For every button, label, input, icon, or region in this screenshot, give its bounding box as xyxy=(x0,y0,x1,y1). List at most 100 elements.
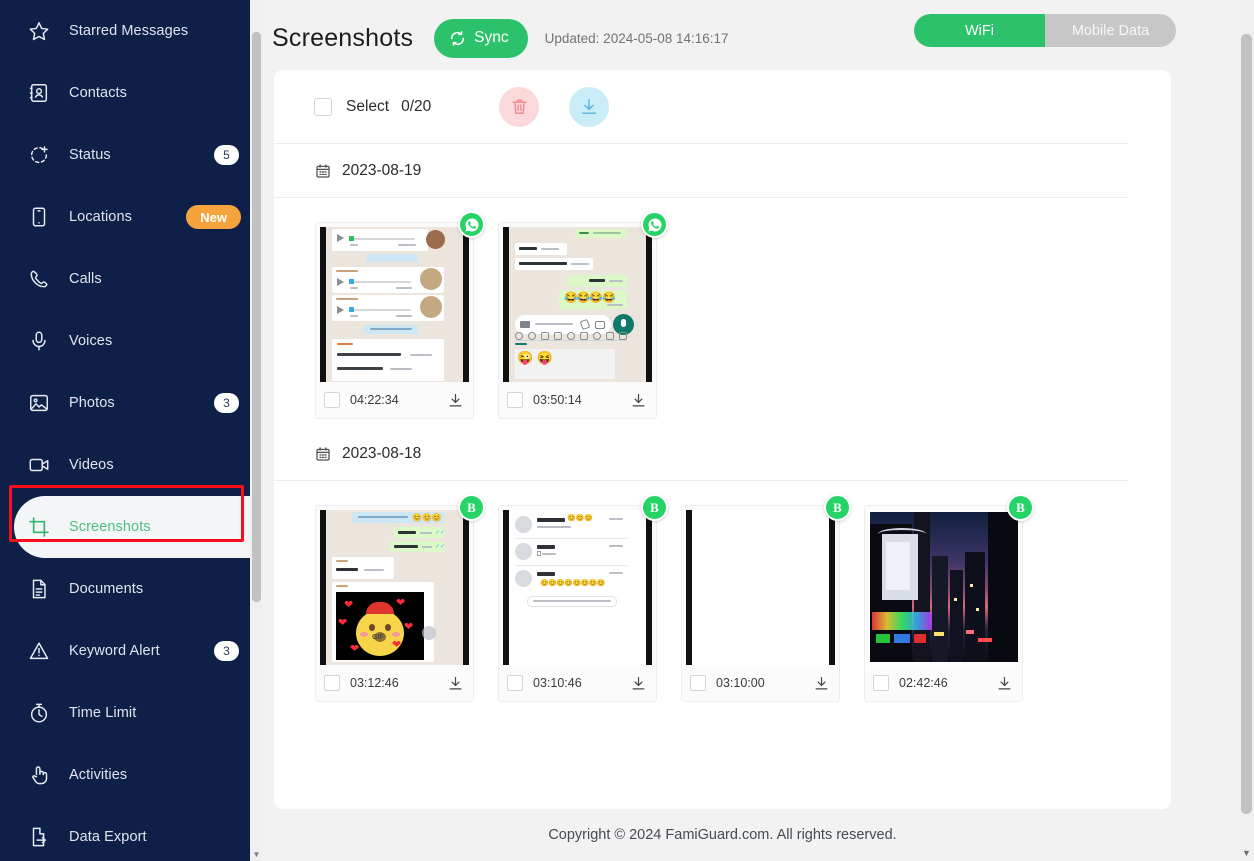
city-photo-image xyxy=(870,512,1018,662)
screenshot-card[interactable]: 😂😂😂😂 😜 😝 03:50:14 xyxy=(498,211,668,419)
preview-photo-frame xyxy=(869,510,1018,665)
sidebar-item-label: Calls xyxy=(69,271,102,287)
export-icon xyxy=(26,824,52,850)
sync-icon xyxy=(451,30,465,46)
sidebar-item-voices[interactable]: Voices xyxy=(0,310,263,372)
sidebar-item-screenshots[interactable]: Screenshots xyxy=(14,496,263,558)
preview-phone-frame: 😂😂😂😂 😜 😝 xyxy=(503,227,652,382)
screenshot-card[interactable]: B 03:10:00 xyxy=(681,494,851,702)
screenshot-checkbox[interactable] xyxy=(690,675,706,691)
main-scrollbar-thumb[interactable] xyxy=(1241,34,1252,814)
footer-copyright: Copyright © 2024 FamiGuard.com. All righ… xyxy=(548,827,897,843)
download-icon[interactable] xyxy=(630,392,647,409)
thumbnail-grid: 04:22:34 😂😂😂😂 😜 😝 03:50:14 xyxy=(274,198,1171,427)
sidebar-scrollbar-thumb[interactable] xyxy=(252,32,261,602)
whatsapp-business-badge: B xyxy=(641,494,668,521)
preview-mock-chat: 😊😊😊 ✓✓ ✓✓ ❤ ❤ ❤ ❤ ❤ ❤ GIF xyxy=(326,510,463,665)
screenshot-card[interactable]: 04:22:34 xyxy=(315,211,485,419)
sidebar-item-label: Time Limit xyxy=(69,705,137,721)
screenshot-preview[interactable]: 😂😂😂😂 😜 😝 xyxy=(503,227,652,382)
updated-timestamp: Updated: 2024-05-08 14:16:17 xyxy=(544,30,729,46)
whatsapp-business-badge: B xyxy=(824,494,851,521)
calendar-icon xyxy=(315,446,331,462)
sidebar-item-label: Keyword Alert xyxy=(69,643,160,659)
new-badge: New xyxy=(186,205,241,229)
screenshot-preview[interactable]: 😊😊😊 ✓✓ ✓✓ ❤ ❤ ❤ ❤ ❤ ❤ GIF xyxy=(320,510,469,665)
download-icon[interactable] xyxy=(996,675,1013,692)
photos-badge: 3 xyxy=(214,393,239,413)
screenshot-preview[interactable] xyxy=(320,227,469,382)
screenshot-preview[interactable]: 😊😊😊 😊😊😊😊😊😊😊😊 xyxy=(503,510,652,665)
page-title: Screenshots xyxy=(272,23,414,52)
main-scrollbar[interactable]: ▼ xyxy=(1239,0,1254,861)
sync-button[interactable]: Sync xyxy=(434,18,528,58)
screenshot-card[interactable]: B 😊😊😊 😊😊😊😊😊😊😊😊 03:10:46 xyxy=(498,494,668,702)
business-letter: B xyxy=(1016,500,1025,515)
screenshot-time: 04:22:34 xyxy=(350,393,399,407)
screenshot-card[interactable]: B 02:42:46 xyxy=(864,494,1034,702)
hand-tap-icon xyxy=(26,762,52,788)
download-icon[interactable] xyxy=(447,675,464,692)
whatsapp-business-badge: B xyxy=(1007,494,1034,521)
business-letter: B xyxy=(467,500,476,515)
screenshot-checkbox[interactable] xyxy=(324,392,340,408)
sidebar-item-calls[interactable]: Calls xyxy=(0,248,263,310)
screenshot-time: 03:12:46 xyxy=(350,676,399,690)
download-icon[interactable] xyxy=(630,675,647,692)
warning-icon xyxy=(26,638,52,664)
network-toggle[interactable]: WiFi Mobile Data xyxy=(914,14,1176,47)
sidebar-item-time-limit[interactable]: Time Limit xyxy=(0,682,263,744)
contacts-icon xyxy=(26,80,52,106)
screenshot-preview[interactable] xyxy=(869,510,1018,665)
sidebar-item-label: Videos xyxy=(69,457,114,473)
sidebar-item-label: Screenshots xyxy=(69,519,151,535)
image-icon xyxy=(26,390,52,416)
screenshot-preview[interactable] xyxy=(686,510,835,665)
toggle-wifi[interactable]: WiFi xyxy=(914,14,1045,47)
screenshot-card-footer: 03:12:46 xyxy=(316,665,473,701)
video-icon xyxy=(26,452,52,478)
download-icon[interactable] xyxy=(813,675,830,692)
toggle-mobile-data[interactable]: Mobile Data xyxy=(1045,14,1176,47)
sidebar-item-label: Contacts xyxy=(69,85,128,101)
delete-button[interactable] xyxy=(499,86,540,127)
whatsapp-badge xyxy=(641,211,668,238)
sidebar-item-data-export[interactable]: Data Export xyxy=(0,806,263,861)
sidebar-item-activities[interactable]: Activities xyxy=(0,744,263,806)
sidebar-scroll-down-arrow[interactable]: ▼ xyxy=(250,848,263,861)
sidebar-item-locations[interactable]: Locations New xyxy=(0,186,263,248)
screenshot-checkbox[interactable] xyxy=(507,392,523,408)
screenshot-checkbox[interactable] xyxy=(507,675,523,691)
preview-phone-frame: 😊😊😊 😊😊😊😊😊😊😊😊 xyxy=(503,510,652,665)
screenshot-card[interactable]: B 😊😊😊 ✓✓ ✓✓ ❤ ❤ ❤ ❤ ❤ ❤ GIF 03:12:46 xyxy=(315,494,485,702)
screenshot-time: 03:10:00 xyxy=(716,676,765,690)
download-icon[interactable] xyxy=(447,392,464,409)
download-selected-button[interactable] xyxy=(569,86,610,127)
screenshot-checkbox[interactable] xyxy=(873,675,889,691)
sidebar-item-documents[interactable]: Documents xyxy=(0,558,263,620)
screenshot-time: 03:50:14 xyxy=(533,393,582,407)
screenshot-card-footer: 03:10:00 xyxy=(682,665,839,701)
call-icon xyxy=(26,266,52,292)
screenshot-checkbox[interactable] xyxy=(324,675,340,691)
main-scroll-down-arrow[interactable]: ▼ xyxy=(1239,846,1254,861)
whatsapp-badge xyxy=(458,211,485,238)
sidebar-item-videos[interactable]: Videos xyxy=(0,434,263,496)
sidebar-item-status[interactable]: Status 5 xyxy=(0,124,263,186)
business-letter: B xyxy=(833,500,842,515)
select-all-checkbox[interactable] xyxy=(314,97,332,116)
calendar-icon xyxy=(315,163,331,179)
sidebar-item-label: Data Export xyxy=(69,829,147,845)
preview-phone-frame xyxy=(686,510,835,665)
sidebar-scrollbar[interactable]: ▼ xyxy=(250,0,263,861)
sidebar-item-contacts[interactable]: Contacts xyxy=(0,62,263,124)
date-label: 2023-08-19 xyxy=(342,161,422,179)
screenshots-panel: Select 0/20 2023-08-19 04:22:34 😂😂😂😂 😜 😝… xyxy=(274,70,1171,809)
sidebar-item-label: Status xyxy=(69,147,111,163)
sidebar-item-photos[interactable]: Photos 3 xyxy=(0,372,263,434)
sidebar-item-keyword-alert[interactable]: Keyword Alert 3 xyxy=(0,620,263,682)
sidebar-item-label: Documents xyxy=(69,581,144,597)
sidebar-nav: Starred Messages Contacts Status 5 Locat… xyxy=(0,0,263,861)
sidebar-item-starred-messages[interactable]: Starred Messages xyxy=(0,0,263,62)
screenshot-time: 03:10:46 xyxy=(533,676,582,690)
